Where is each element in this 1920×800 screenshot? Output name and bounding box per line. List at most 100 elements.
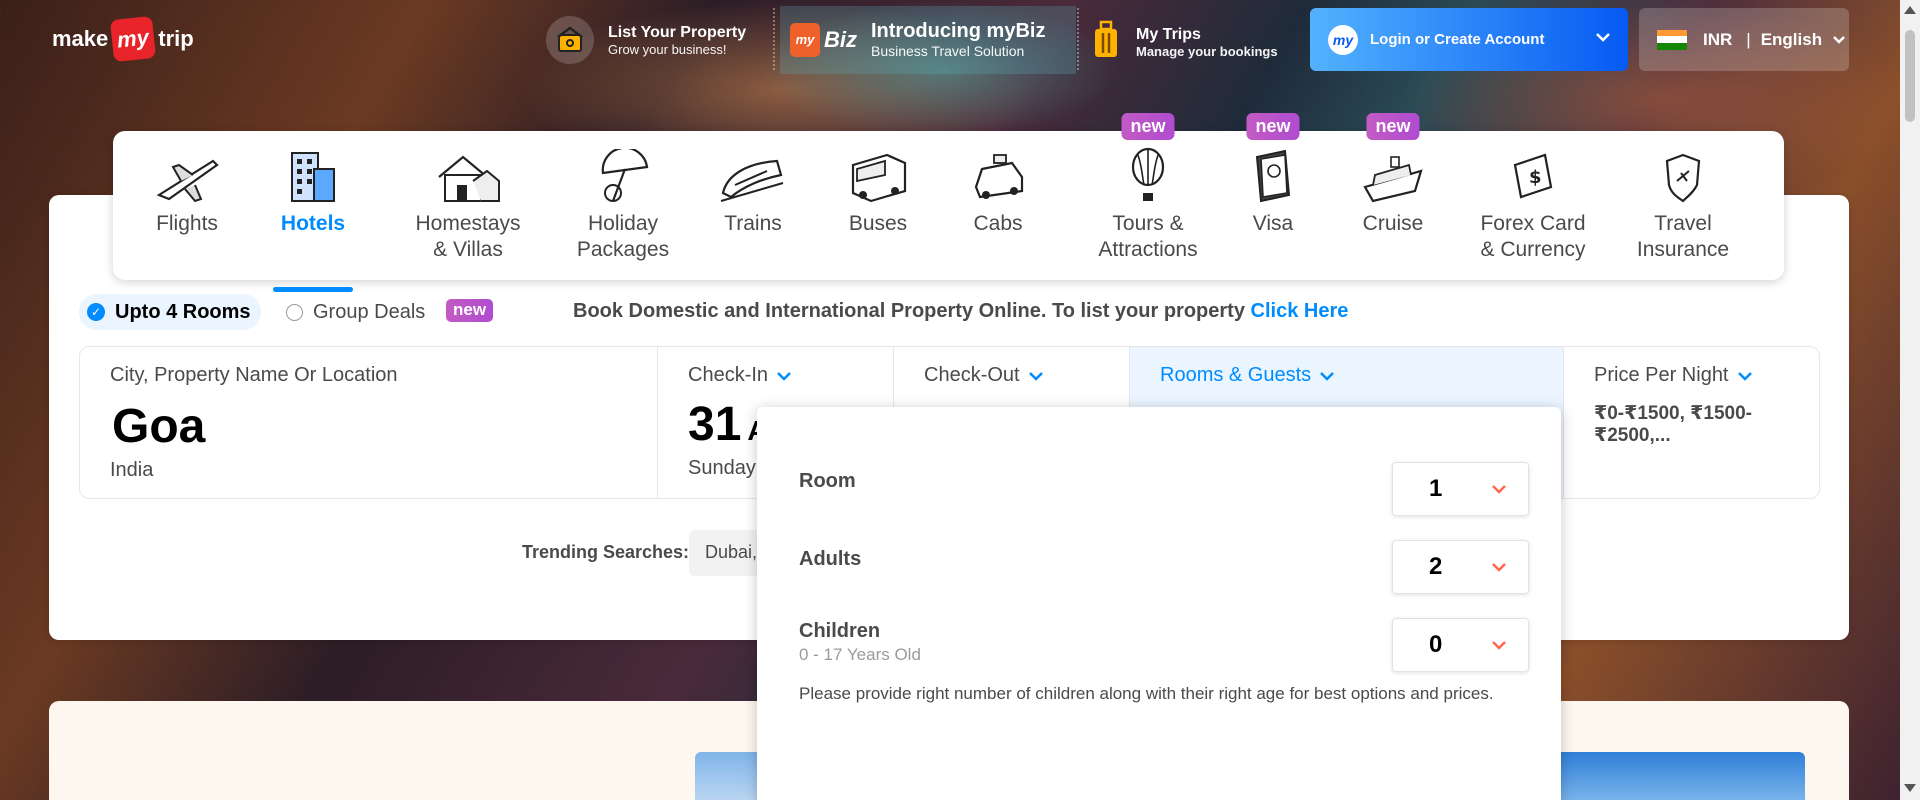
balloon-icon (1073, 131, 1223, 211)
my-trips-link[interactable]: My Trips Manage your bookings (1092, 20, 1278, 65)
nav-cabs[interactable]: Cabs (953, 131, 1043, 280)
nav-buses[interactable]: Buses (833, 131, 923, 280)
property-icon (546, 16, 594, 64)
children-row: Children 0 - 17 Years Old 0 (799, 618, 1529, 672)
locale-selector[interactable]: INR | English (1639, 8, 1849, 71)
cab-icon (953, 131, 1043, 211)
house-icon (393, 131, 543, 211)
nav-label: & Villas (433, 238, 503, 261)
radio-checked-icon: ✓ (87, 303, 105, 321)
logo-text-trip: trip (158, 26, 194, 51)
price-value: ₹0-₹1500, ₹1500-₹2500,... (1594, 403, 1752, 446)
nav-label: Forex Card (1480, 212, 1586, 235)
locale-separator: | (1746, 29, 1751, 49)
room-value: 1 (1429, 475, 1443, 502)
list-property-subtitle: Grow your business! (608, 41, 727, 57)
new-badge: new (446, 299, 494, 322)
mybiz-logo: my Biz (790, 22, 857, 57)
group-deals-option[interactable]: Group Deals (286, 294, 425, 330)
city-field-label: City, Property Name Or Location (110, 364, 398, 386)
city-field[interactable]: City, Property Name Or Location Goa Indi… (80, 347, 658, 498)
new-badge: new (1246, 113, 1300, 140)
insurance-icon (1628, 131, 1738, 211)
passport-icon (1233, 131, 1313, 211)
login-label: Login or Create Account (1370, 31, 1545, 48)
chevron-down-icon (1833, 35, 1845, 44)
checkout-label-text: Check-Out (924, 364, 1020, 386)
scroll-up-arrow-icon[interactable] (1904, 6, 1916, 14)
active-tab-indicator (273, 287, 353, 292)
offer-banner-image[interactable] (695, 752, 765, 800)
chevron-down-icon (1596, 33, 1610, 42)
currency-label: INR (1703, 29, 1733, 49)
nav-label: Insurance (1636, 238, 1730, 261)
nav-visa[interactable]: new Visa (1233, 113, 1313, 280)
plane-icon (137, 131, 237, 211)
checkin-day: 31 (688, 398, 742, 451)
price-label-text: Price Per Night (1594, 364, 1729, 386)
nav-trains[interactable]: Trains (708, 131, 798, 280)
nav-label: Homestays (415, 212, 521, 235)
chevron-down-icon (1737, 371, 1752, 381)
list-property-promo: Book Domestic and International Property… (573, 300, 1348, 323)
trending-searches-label: Trending Searches: (522, 542, 690, 562)
option-label: Group Deals (313, 300, 426, 323)
upto-4-rooms-option[interactable]: ✓ Upto 4 Rooms (79, 294, 261, 330)
scrollbar-thumb[interactable] (1905, 30, 1915, 122)
offer-banner-image[interactable] (1555, 752, 1805, 800)
nav-label: Flights (156, 212, 218, 235)
bus-icon (833, 131, 923, 211)
forex-icon: $ (1468, 131, 1598, 211)
nav-label: & Currency (1480, 238, 1586, 261)
header-divider (773, 8, 775, 70)
nav-forex[interactable]: $ Forex Card & Currency (1468, 131, 1598, 280)
chevron-down-icon (1492, 485, 1506, 494)
mybiz-link[interactable]: my Biz Introducing myBiz Business Travel… (790, 20, 1045, 59)
mybiz-title: Introducing myBiz (871, 20, 1046, 42)
umbrella-icon (558, 131, 688, 211)
nav-homestays[interactable]: Homestays & Villas (393, 131, 543, 280)
logo-text-make: make (52, 26, 109, 51)
promo-text: Book Domestic and International Property… (573, 300, 1245, 322)
nav-label: Packages (576, 238, 670, 261)
india-flag-icon (1657, 29, 1687, 50)
mmt-user-icon: my (1328, 24, 1358, 55)
new-badge: new (1366, 113, 1420, 140)
list-property-title: List Your Property (608, 23, 747, 41)
svg-text:$: $ (1529, 167, 1542, 188)
rooms-guests-label: Rooms & Guests (1160, 364, 1335, 387)
nav-label: Tours & (1112, 212, 1184, 235)
children-age-note: Please provide right number of children … (799, 684, 1494, 703)
language-label: English (1760, 29, 1823, 49)
nav-flights[interactable]: Flights (137, 131, 237, 280)
adults-select[interactable]: 2 (1392, 540, 1529, 594)
product-nav: Flights Hotels Homestays & Villas Holida… (113, 113, 1784, 292)
nav-tours-attractions[interactable]: new Tours & Attractions (1073, 113, 1223, 280)
chevron-down-icon (1028, 371, 1043, 381)
nav-hotels[interactable]: Hotels (273, 131, 353, 292)
login-button[interactable]: my Login or Create Account (1310, 8, 1628, 71)
my-trips-subtitle: Manage your bookings (1136, 44, 1278, 59)
suitcase-icon (1092, 20, 1120, 65)
rooms-guests-dropdown: Room 1 Adults 2 Children 0 - 17 Years Ol… (757, 407, 1561, 800)
price-label: Price Per Night (1594, 364, 1753, 387)
checkout-label: Check-Out (924, 364, 1044, 387)
list-property-link[interactable]: List Your Property Grow your business! (546, 16, 746, 64)
nav-label: Buses (848, 212, 908, 235)
children-select[interactable]: 0 (1392, 618, 1529, 672)
checkin-weekday: Sunday (688, 457, 756, 479)
nav-insurance[interactable]: Travel Insurance (1628, 131, 1738, 280)
scroll-down-arrow-icon[interactable] (1904, 784, 1916, 792)
city-value: Goa (112, 400, 206, 453)
option-label: Upto 4 Rooms (115, 300, 251, 323)
click-here-link[interactable]: Click Here (1251, 300, 1349, 322)
makemytrip-logo[interactable]: make my trip (52, 15, 194, 63)
page-scrollbar[interactable] (1900, 0, 1920, 800)
nav-holiday-packages[interactable]: Holiday Packages (558, 131, 688, 280)
nav-cruise[interactable]: new Cruise (1353, 113, 1433, 280)
nav-label: Hotels (280, 212, 346, 235)
mybiz-badge: Biz (824, 26, 857, 52)
nav-label: Cabs (973, 212, 1023, 235)
room-select[interactable]: 1 (1392, 462, 1529, 516)
price-field[interactable]: Price Per Night ₹0-₹1500, ₹1500-₹2500,..… (1564, 347, 1819, 498)
